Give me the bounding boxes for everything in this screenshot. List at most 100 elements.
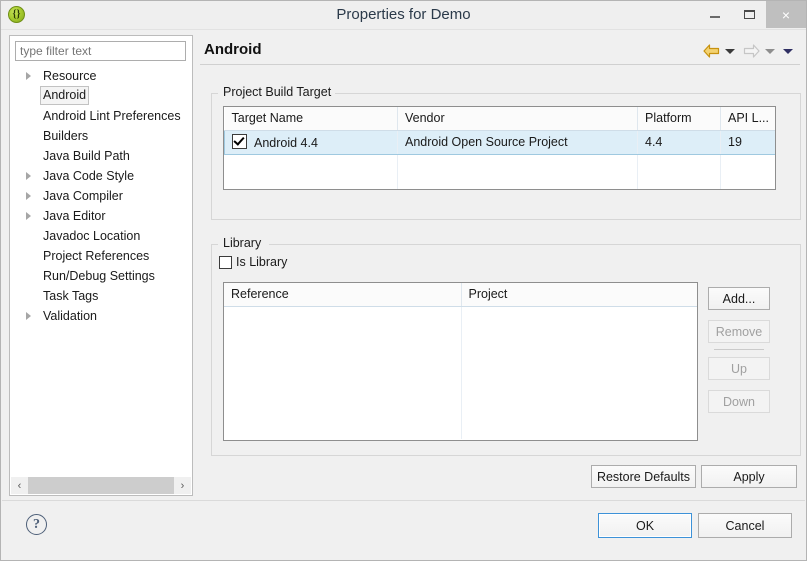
- sidebar-item-java-editor[interactable]: Java Editor: [10, 206, 192, 226]
- sidebar-item-resource[interactable]: Resource: [10, 66, 192, 86]
- apply-button[interactable]: Apply: [701, 465, 797, 488]
- expand-arrow-icon[interactable]: [26, 172, 31, 180]
- title-bar: {} Properties for Demo ×: [1, 1, 806, 30]
- back-arrow-icon[interactable]: [703, 41, 720, 61]
- header-divider: [200, 64, 800, 65]
- sidebar-item-label: Android: [40, 86, 90, 105]
- sidebar-item-label: Android Lint Preferences: [43, 109, 181, 123]
- close-button[interactable]: ×: [766, 1, 806, 28]
- table-empty-row: [224, 178, 776, 189]
- group-title: Library: [220, 236, 265, 250]
- table-row[interactable]: Android 4.4 Android Open Source Project …: [224, 129, 775, 155]
- is-library-checkbox-row[interactable]: Is Library: [219, 254, 287, 270]
- sidebar-item-label: Builders: [43, 129, 89, 143]
- button-group-divider: [714, 349, 764, 350]
- move-up-button[interactable]: Up: [708, 357, 770, 380]
- ok-button[interactable]: OK: [598, 513, 692, 538]
- cell-empty: [461, 306, 697, 439]
- close-icon: ×: [781, 6, 791, 23]
- sidebar-item-project-references[interactable]: Project References: [10, 246, 192, 266]
- cell-empty: [637, 154, 721, 178]
- scrollbar-thumb[interactable]: [28, 477, 174, 494]
- sidebar-item-label: Java Code Style: [43, 169, 135, 183]
- cell-empty: [721, 178, 776, 189]
- expand-arrow-icon[interactable]: [26, 212, 31, 220]
- minimize-button[interactable]: [698, 1, 732, 28]
- sidebar-item-android-lint-preferences[interactable]: Android Lint Preferences: [10, 106, 192, 126]
- view-menu-chevron-down-icon[interactable]: [783, 41, 793, 61]
- column-header-api-level[interactable]: API L...: [720, 107, 775, 131]
- cell-vendor: Android Open Source Project: [397, 129, 638, 155]
- is-library-checkbox[interactable]: [219, 255, 232, 269]
- cell-platform: 4.4: [637, 129, 721, 155]
- table-header-row: Target Name Vendor Platform API L...: [224, 107, 775, 131]
- restore-defaults-button[interactable]: Restore Defaults: [591, 465, 696, 488]
- cancel-button[interactable]: Cancel: [698, 513, 792, 538]
- cell-empty: [397, 154, 638, 178]
- column-header-vendor[interactable]: Vendor: [397, 107, 638, 131]
- settings-tree[interactable]: Resource Android Android Lint Preference…: [10, 66, 192, 464]
- maximize-button[interactable]: [732, 1, 766, 28]
- library-references-table[interactable]: Reference Project: [223, 282, 698, 441]
- cell-empty: [224, 154, 398, 178]
- cell-empty: [224, 306, 462, 439]
- expand-arrow-icon[interactable]: [26, 192, 31, 200]
- build-target-table[interactable]: Target Name Vendor Platform API L... And…: [223, 106, 776, 190]
- sidebar-item-label: Resource: [43, 69, 97, 83]
- sidebar-item-label: Java Editor: [43, 209, 106, 223]
- forward-dropdown-chevron-down-icon: [765, 41, 775, 61]
- move-down-button[interactable]: Down: [708, 390, 770, 413]
- sidebar-item-android[interactable]: Android: [10, 86, 192, 106]
- sidebar-item-builders[interactable]: Builders: [10, 126, 192, 146]
- sidebar-item-java-code-style[interactable]: Java Code Style: [10, 166, 192, 186]
- group-title: Project Build Target: [220, 85, 335, 99]
- tree-horizontal-scrollbar[interactable]: ‹ ›: [11, 477, 191, 494]
- maximize-icon: [743, 10, 755, 19]
- sidebar-item-label: Run/Debug Settings: [43, 269, 155, 283]
- help-question-icon[interactable]: ?: [26, 514, 47, 535]
- sidebar-item-label: Java Build Path: [43, 149, 130, 163]
- sidebar-item-task-tags[interactable]: Task Tags: [10, 286, 192, 306]
- column-header-platform[interactable]: Platform: [637, 107, 721, 131]
- properties-dialog: {} Properties for Demo × Resource Androi…: [0, 0, 807, 561]
- expand-arrow-icon[interactable]: [26, 72, 31, 80]
- column-header-project[interactable]: Project: [461, 283, 697, 307]
- page-title: Android: [204, 41, 262, 58]
- forward-arrow-icon: [743, 41, 760, 61]
- scroll-left-icon[interactable]: ‹: [11, 477, 28, 494]
- sidebar-item-javadoc-location[interactable]: Javadoc Location: [10, 226, 192, 246]
- sidebar-item-label: Validation: [43, 309, 97, 323]
- sidebar-item-label: Task Tags: [43, 289, 99, 303]
- remove-button[interactable]: Remove: [708, 320, 770, 343]
- page-nav-toolbar: [703, 41, 801, 61]
- back-dropdown-chevron-down-icon[interactable]: [725, 41, 735, 61]
- is-library-label: Is Library: [236, 255, 288, 269]
- sidebar-item-java-build-path[interactable]: Java Build Path: [10, 146, 192, 166]
- sidebar-item-label: Javadoc Location: [43, 229, 141, 243]
- sidebar-item-label: Project References: [43, 249, 150, 263]
- sidebar-item-run-debug-settings[interactable]: Run/Debug Settings: [10, 266, 192, 286]
- table-header-row: Reference Project: [224, 283, 697, 307]
- add-button[interactable]: Add...: [708, 287, 770, 310]
- column-header-target-name[interactable]: Target Name: [224, 107, 398, 131]
- row-checkbox[interactable]: [232, 134, 247, 149]
- sidebar-item-label: Java Compiler: [43, 189, 123, 203]
- cell-api-level: 19: [720, 129, 775, 155]
- window-title: Properties for Demo: [336, 6, 471, 23]
- table-empty-row: [224, 306, 697, 439]
- cell-empty: [637, 178, 721, 189]
- table-empty-row: [224, 154, 776, 178]
- sidebar-item-validation[interactable]: Validation: [10, 306, 192, 326]
- cell-empty: [224, 178, 398, 189]
- cell-empty: [397, 178, 638, 189]
- sidebar-item-java-compiler[interactable]: Java Compiler: [10, 186, 192, 206]
- filter-input[interactable]: [15, 41, 186, 61]
- cell-empty: [721, 154, 776, 178]
- expand-arrow-icon[interactable]: [26, 312, 31, 320]
- cell-target-name[interactable]: Android 4.4: [224, 129, 398, 155]
- settings-tree-panel: Resource Android Android Lint Preference…: [9, 35, 193, 496]
- minimize-icon: [710, 16, 720, 18]
- column-header-reference[interactable]: Reference: [224, 283, 462, 307]
- scroll-right-icon[interactable]: ›: [174, 477, 191, 494]
- cell-target-name-text: Android 4.4: [254, 136, 318, 150]
